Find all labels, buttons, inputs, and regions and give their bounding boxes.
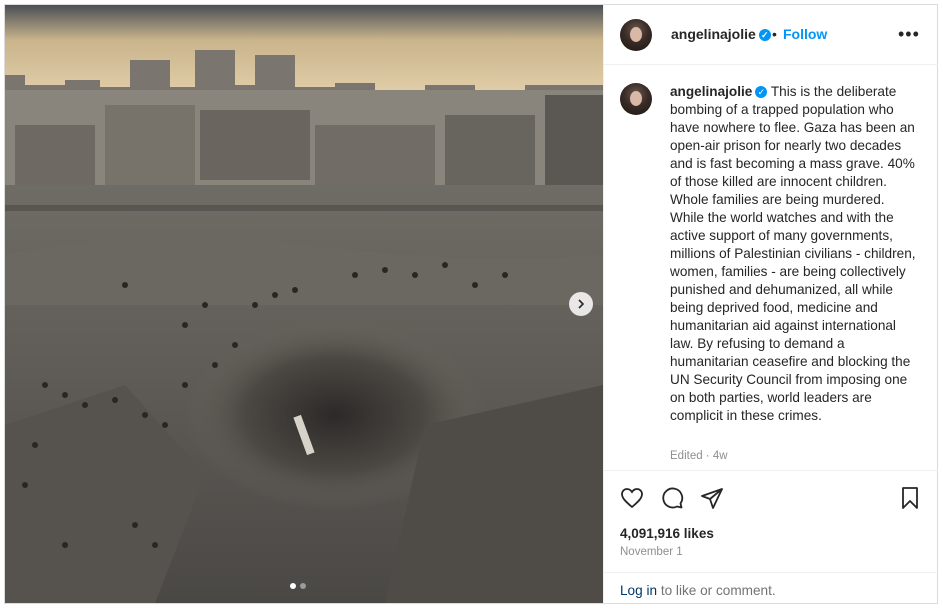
header-username[interactable]: angelinajolie ✓	[671, 26, 771, 42]
carousel-dot	[300, 583, 306, 589]
login-link[interactable]: Log in	[620, 583, 657, 598]
header-username-text[interactable]: angelinajolie	[671, 26, 756, 42]
follow-button[interactable]: Follow	[783, 26, 827, 42]
post-photo[interactable]	[5, 5, 603, 603]
verified-badge-icon: ✓	[755, 86, 768, 99]
share-icon[interactable]	[700, 486, 724, 510]
caption-avatar[interactable]	[620, 83, 652, 115]
more-options-icon[interactable]: •••	[898, 24, 920, 45]
caption-text: This is the deliberate bombing of a trap…	[670, 84, 916, 423]
login-footer: Log in to like or comment.	[604, 572, 938, 603]
heart-icon[interactable]	[620, 486, 644, 510]
header-separator: •	[772, 26, 777, 42]
caption-username[interactable]: angelinajolie	[670, 84, 752, 99]
avatar[interactable]	[620, 19, 652, 51]
login-prompt: Log in to like or comment.	[620, 583, 776, 598]
verified-badge-icon: ✓	[758, 29, 771, 42]
chevron-right-icon	[578, 299, 585, 309]
post-sidebar: angelinajolie ✓ • Follow ••• angelinajoli…	[603, 5, 938, 603]
comment-icon[interactable]	[660, 486, 684, 510]
post-caption: angelinajolie ✓ This is the deliberate bo…	[670, 83, 918, 425]
carousel-dot-active	[290, 583, 296, 589]
post-date: November 1	[620, 546, 683, 558]
save-bookmark-icon[interactable]	[898, 486, 922, 510]
carousel-next-button[interactable]	[569, 292, 593, 316]
post-container: angelinajolie ✓ • Follow ••• angelinajoli…	[4, 4, 938, 604]
edited-timestamp: Edited · 4w	[670, 450, 728, 462]
post-header: angelinajolie ✓ • Follow •••	[604, 5, 938, 65]
likes-count[interactable]: 4,091,916 likes	[620, 526, 714, 541]
carousel-indicator	[290, 583, 306, 589]
action-bar	[604, 470, 938, 509]
rubble-photo	[5, 5, 603, 603]
login-rest-text: to like or comment.	[657, 583, 776, 598]
